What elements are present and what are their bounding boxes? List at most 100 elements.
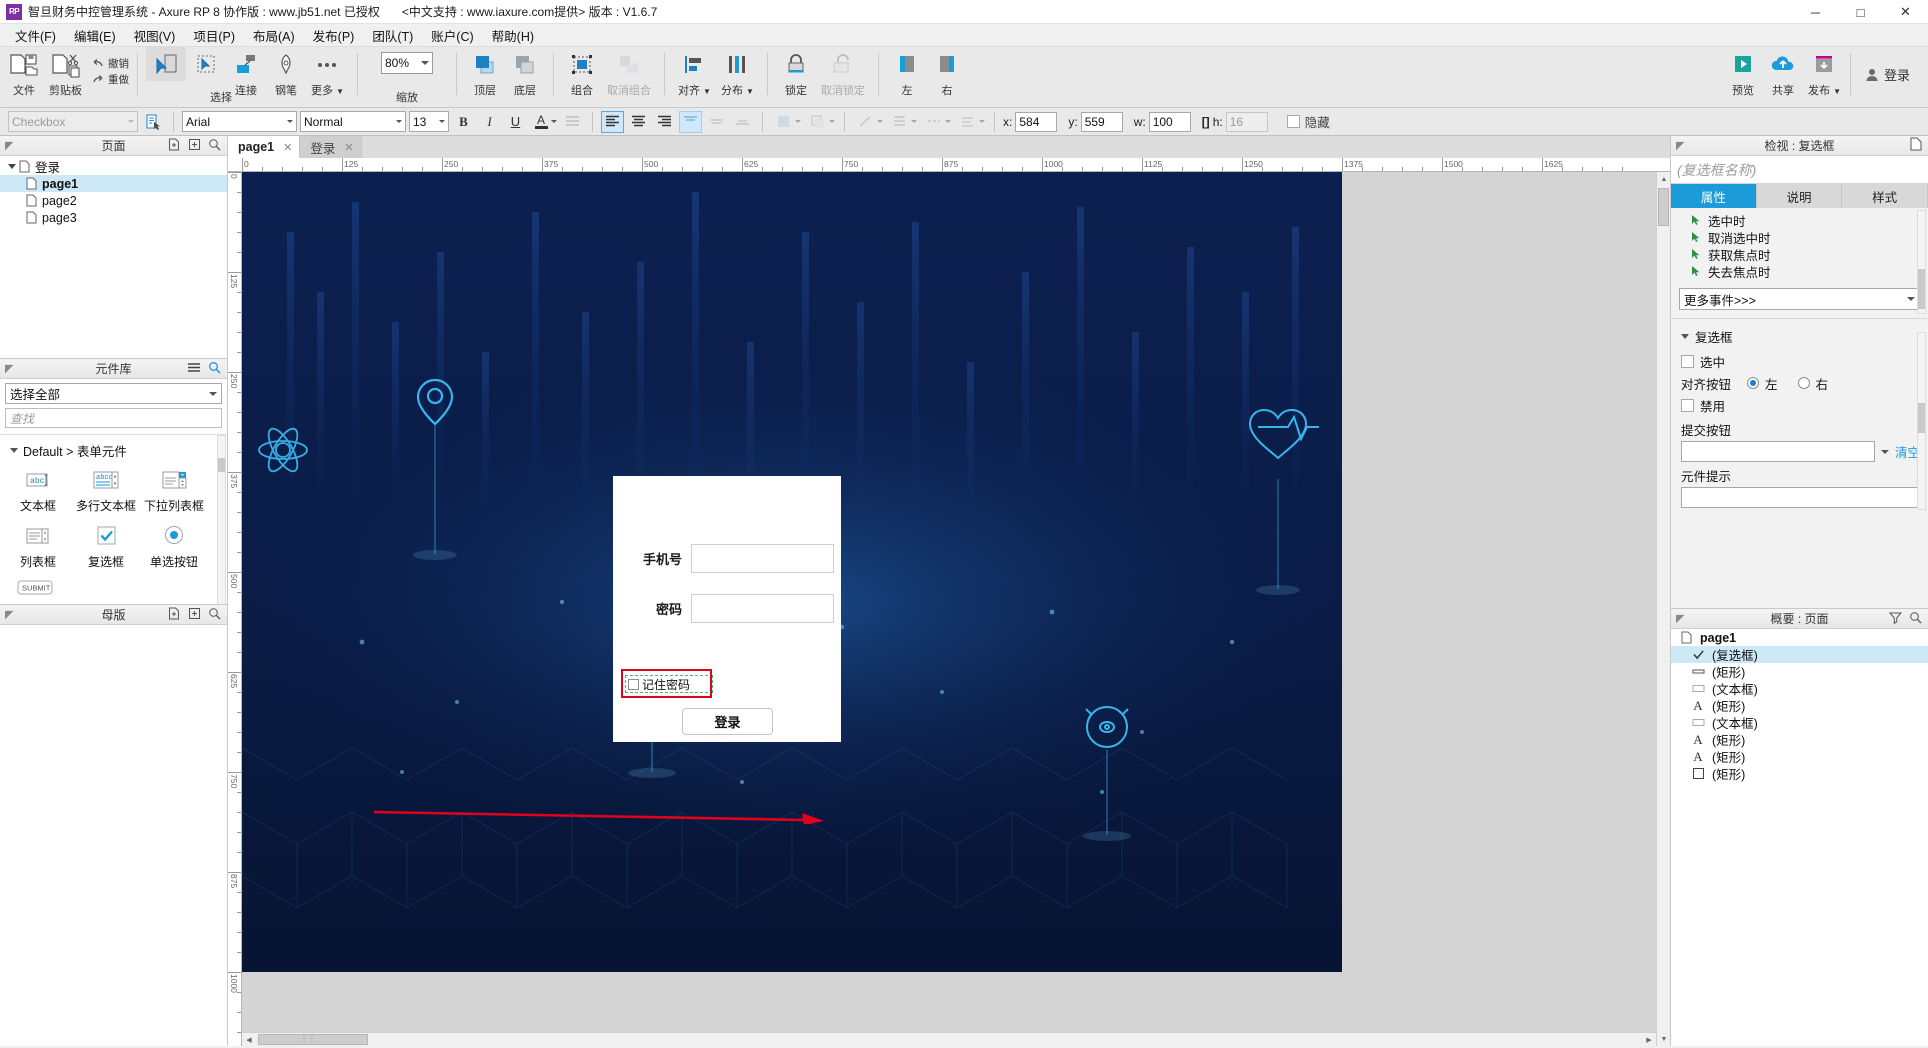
menu-file[interactable]: 文件(F) <box>6 23 65 48</box>
widget-list-scrollbar[interactable] <box>217 435 226 613</box>
select-tool-button[interactable] <box>146 47 186 81</box>
valign-top-button[interactable] <box>679 110 702 133</box>
publish-button[interactable]: 发布 ▼ <box>1803 47 1846 98</box>
h-input[interactable] <box>1225 111 1268 132</box>
preview-button[interactable]: 预览 <box>1723 47 1763 98</box>
outline-row-r2[interactable]: A (矩形) <box>1671 697 1928 715</box>
close-icon[interactable]: ✕ <box>283 141 292 154</box>
italic-button[interactable]: I <box>478 111 501 133</box>
hidden-checkbox-group[interactable]: 隐藏 <box>1286 112 1330 131</box>
disabled-property-row[interactable]: 禁用 <box>1671 394 1928 416</box>
send-to-back-button[interactable]: 底层 <box>505 47 545 98</box>
artboard-wrapper[interactable]: 手机号 密码 记住密码 登录 <box>242 172 1670 1046</box>
redo-button[interactable]: 重做 <box>91 72 129 87</box>
font-color-button[interactable]: A <box>530 111 558 133</box>
event-on-unchecked[interactable]: 取消选中时 <box>1671 229 1928 246</box>
widget-item-submit[interactable]: SUBMIT <box>4 574 72 600</box>
tree-item-page1[interactable]: page1 <box>0 175 227 192</box>
add-folder-icon[interactable] <box>188 138 201 154</box>
add-folder-icon[interactable] <box>188 607 201 623</box>
tree-item-folder[interactable]: 登录 <box>0 158 227 175</box>
hidden-checkbox[interactable] <box>1286 115 1300 128</box>
document-icon[interactable] <box>1910 137 1922 154</box>
phone-input[interactable] <box>691 544 834 573</box>
remember-password-checkbox-widget[interactable]: 记住密码 <box>625 675 713 693</box>
remember-checkbox[interactable] <box>628 678 639 690</box>
account-login-button[interactable]: 登录 <box>1855 47 1920 84</box>
collapse-icon[interactable]: ◤ <box>1676 139 1684 152</box>
hamburger-icon[interactable] <box>187 361 201 377</box>
outline-row-r1[interactable]: (矩形) <box>1671 663 1928 680</box>
w-input[interactable] <box>1148 111 1191 132</box>
share-button[interactable]: 共享 <box>1763 47 1803 98</box>
outline-row-r3[interactable]: A (矩形) <box>1671 731 1928 749</box>
font-size-select[interactable]: 13 <box>409 111 449 132</box>
widget-item-textarea[interactable]: abcd 多行文本框 <box>72 462 140 518</box>
menu-help[interactable]: 帮助(H) <box>483 23 543 48</box>
checked-checkbox[interactable] <box>1681 354 1694 368</box>
search-icon[interactable] <box>208 361 221 377</box>
widget-type-select[interactable]: Checkbox <box>8 111 138 132</box>
outline-row-checkbox[interactable]: (复选框) <box>1671 646 1928 663</box>
align-right-button[interactable] <box>653 111 676 133</box>
menu-layout[interactable]: 布局(A) <box>244 23 304 48</box>
y-input[interactable] <box>1080 111 1123 132</box>
artboard[interactable]: 手机号 密码 记住密码 登录 <box>242 172 1342 972</box>
collapse-icon[interactable]: ◤ <box>5 362 13 375</box>
marquee-tool-button[interactable] <box>186 47 226 81</box>
search-icon[interactable] <box>1909 611 1922 627</box>
bold-button[interactable]: B <box>452 111 475 133</box>
left-panel-toggle[interactable]: 左 <box>887 47 927 98</box>
event-on-lost-focus[interactable]: 失去焦点时 <box>1671 263 1928 280</box>
minimize-button[interactable]: ─ <box>1793 0 1838 24</box>
close-icon[interactable]: ✕ <box>344 141 353 154</box>
bring-to-front-button[interactable]: 顶层 <box>465 47 505 98</box>
group-button[interactable]: 组合 <box>562 47 602 98</box>
scroll-down-icon[interactable]: ▼ <box>1657 1032 1671 1046</box>
pen-tool-button[interactable]: 钢笔 <box>266 47 306 98</box>
lock-ratio-icon[interactable]: [] <box>1202 115 1210 129</box>
login-card[interactable]: 手机号 密码 记住密码 登录 <box>613 476 841 742</box>
line-style-button[interactable] <box>853 111 884 133</box>
event-on-focus[interactable]: 获取焦点时 <box>1671 246 1928 263</box>
event-on-checked[interactable]: 选中时 <box>1671 212 1928 229</box>
collapse-icon[interactable]: ◤ <box>5 608 13 621</box>
widget-group-header[interactable]: Default > 表单元件 <box>0 435 227 462</box>
canvas-vertical-scrollbar[interactable]: ▲ ▼ <box>1656 172 1670 1046</box>
menu-project[interactable]: 项目(P) <box>184 23 244 48</box>
checked-property-row[interactable]: 选中 <box>1671 350 1928 372</box>
undo-button[interactable]: 撤销 <box>91 56 129 71</box>
scroll-right-icon[interactable]: ▶ <box>1642 1033 1656 1047</box>
checkbox-section-header[interactable]: 复选框 <box>1671 319 1928 350</box>
interaction-style-button[interactable] <box>141 111 165 133</box>
font-family-select[interactable]: Arial <box>182 111 297 132</box>
canvas-horizontal-scrollbar[interactable]: ◀ ▶ ⋮⋮ <box>242 1032 1656 1046</box>
lock-button[interactable]: 锁定 <box>776 47 816 98</box>
horizontal-ruler[interactable]: 0 125 250 375 500 625 750 875 1000 1125 1250 1375 15… <box>228 158 1670 172</box>
tab-notes[interactable]: 说明 <box>1756 184 1843 208</box>
tree-item-page3[interactable]: page3 <box>0 209 227 226</box>
outline-row-r5[interactable]: (矩形) <box>1671 765 1928 782</box>
events-scrollbar[interactable] <box>1917 210 1926 314</box>
widget-search-input[interactable]: 查找 <box>5 408 222 428</box>
menu-account[interactable]: 账户(C) <box>422 23 482 48</box>
widget-item-dropdown[interactable]: 下拉列表框 <box>140 462 208 518</box>
outline-row-r4[interactable]: A (矩形) <box>1671 748 1928 766</box>
font-style-select[interactable]: Normal <box>300 111 406 132</box>
x-input[interactable] <box>1015 111 1058 132</box>
bullet-list-button[interactable] <box>561 111 584 133</box>
password-input[interactable] <box>691 594 834 623</box>
outline-row-page1[interactable]: page1 <box>1671 629 1928 646</box>
submit-button-select[interactable] <box>1681 441 1875 462</box>
add-master-icon[interactable] <box>168 607 181 623</box>
underline-button[interactable]: U <box>504 111 527 133</box>
scroll-up-icon[interactable]: ▲ <box>1657 172 1671 186</box>
login-submit-button[interactable]: 登录 <box>682 708 773 735</box>
tree-item-page2[interactable]: page2 <box>0 192 227 209</box>
file-button[interactable]: 文件 <box>4 47 44 98</box>
menu-team[interactable]: 团队(T) <box>363 23 422 48</box>
more-events-select[interactable]: 更多事件>>> <box>1679 288 1920 310</box>
right-panel-toggle[interactable]: 右 <box>927 47 967 98</box>
menu-publish[interactable]: 发布(P) <box>304 23 364 48</box>
align-right-radio[interactable] <box>1797 377 1810 389</box>
